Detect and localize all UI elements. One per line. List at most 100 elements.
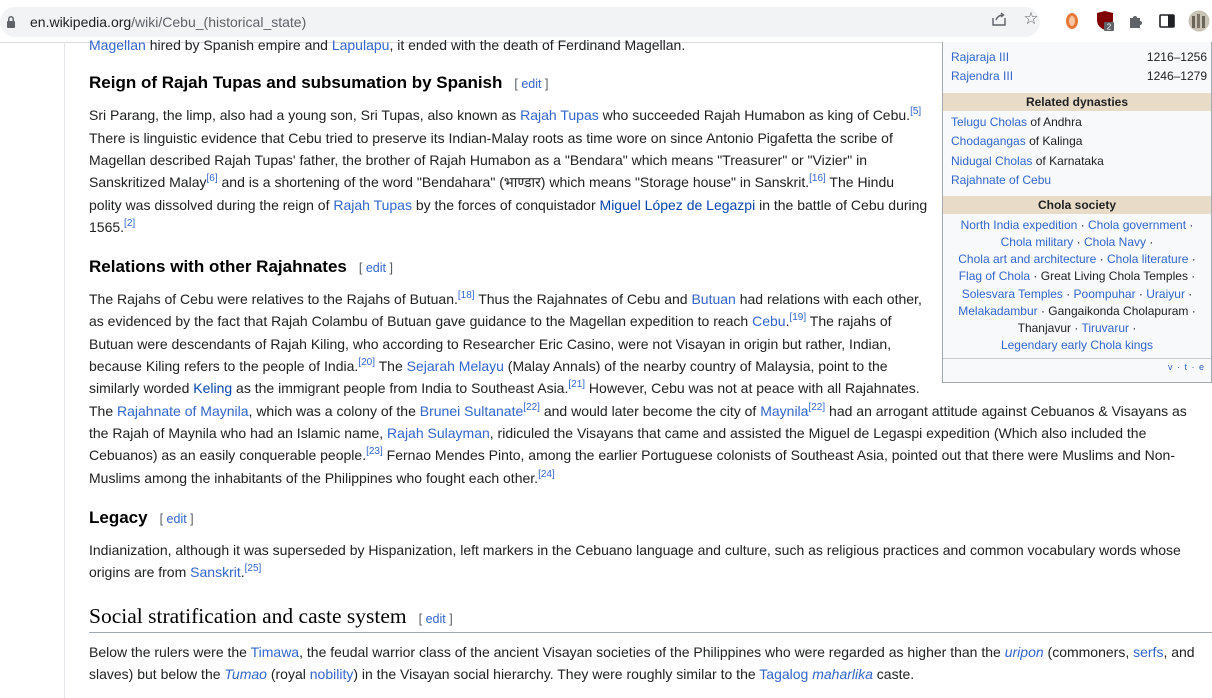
society-line: Solesvara Temples · Poompuhar · Uraiyur … — [961, 287, 1193, 301]
infobox-divider — [943, 358, 1211, 359]
link-telugu-cholas[interactable]: Telugu Cholas — [951, 115, 1027, 129]
link-rajahnate-of-cebu[interactable]: Rajahnate of Cebu — [951, 173, 1051, 187]
page-gutter-line — [64, 42, 65, 698]
link-great-living-chola-temples[interactable]: Great Living Chola Temples — [1041, 269, 1188, 283]
link-poompuhar[interactable]: Poompuhar — [1074, 287, 1136, 301]
related-item: Rajahnate of Cebu — [951, 173, 1207, 187]
society-line: Flag of Chola · Great Living Chola Templ… — [958, 269, 1196, 283]
link-sejarah-melayu[interactable]: Sejarah Melayu — [407, 358, 504, 374]
paragraph-line: The Rajahnate of Maynila, which was a co… — [89, 402, 1187, 420]
edit-link-social[interactable]: edit — [426, 612, 446, 626]
share-icon[interactable] — [987, 7, 1011, 31]
link-rajah-tupas-2[interactable]: Rajah Tupas — [333, 197, 412, 213]
link-timawa[interactable]: Timawa — [251, 644, 300, 660]
citation-19[interactable]: [19] — [789, 312, 806, 323]
link-rajah-sulayman[interactable]: Rajah Sulayman — [387, 425, 490, 441]
related-item: Chodagangas of Kalinga — [951, 134, 1083, 148]
link-melakadambur[interactable]: Melakadambur — [958, 304, 1037, 318]
link-gangaikonda-cholapuram[interactable]: Gangaikonda Cholapuram — [1048, 304, 1188, 318]
ublock-badge: 2 — [1107, 23, 1112, 32]
paragraph-line: because Kiling refers to the people of I… — [89, 357, 888, 375]
paragraph-line: origins are from Sanskrit.[25] — [89, 563, 262, 581]
heading-underline — [89, 632, 1212, 633]
link-tagalog[interactable]: Tagalog — [759, 666, 808, 682]
sidepanel-icon[interactable] — [1155, 9, 1179, 33]
link-thanjavur[interactable]: Thanjavur — [1018, 321, 1071, 335]
link-uripon[interactable]: uripon — [1005, 644, 1044, 660]
link-chola-literature[interactable]: Chola literature — [1107, 252, 1188, 266]
citation-24[interactable]: [24] — [538, 469, 555, 480]
link-solesvara-temples[interactable]: Solesvara Temples — [962, 287, 1063, 301]
citation-22[interactable]: [22] — [523, 402, 540, 413]
link-chola-navy[interactable]: Chola Navy — [1084, 235, 1146, 249]
citation-16[interactable]: [16] — [809, 173, 826, 184]
citation-5[interactable]: [5] — [910, 106, 921, 117]
related-item: Telugu Cholas of Andhra — [951, 115, 1082, 129]
link-chola-art[interactable]: Chola art and architecture — [958, 252, 1096, 266]
star-icon[interactable]: ☆ — [1019, 7, 1043, 31]
section-header-related-dynasties: Related dynasties — [943, 93, 1211, 111]
paragraph-line: There is linguistic evidence that Cebu t… — [89, 130, 893, 146]
edit-link-reign[interactable]: edit — [521, 77, 541, 91]
link-chodagangas[interactable]: Chodagangas — [951, 134, 1026, 148]
link-maharlika[interactable]: maharlika — [812, 666, 873, 682]
link-nidugal-cholas[interactable]: Nidugal Cholas — [951, 154, 1032, 168]
link-lapulapu[interactable]: Lapulapu — [332, 37, 390, 53]
puzzle-icon[interactable] — [1124, 9, 1148, 33]
link-north-india-expedition[interactable]: North India expedition — [961, 218, 1078, 232]
link-rajaraja-iii[interactable]: Rajaraja III — [951, 50, 1009, 64]
paragraph-line: Below the rulers were the Timawa, the fe… — [89, 644, 1195, 660]
heading-relations: Relations with other Rajahnates[ edit ] — [89, 257, 393, 276]
address-bar[interactable]: en.wikipedia.org/wiki/Cebu_(historical_s… — [0, 7, 1040, 37]
society-line: Thanjavur · Tiruvarur · — [1017, 321, 1137, 335]
citation-2[interactable]: [2] — [124, 218, 135, 229]
citation-23[interactable]: [23] — [366, 446, 383, 457]
edit-link-legacy[interactable]: edit — [167, 512, 187, 526]
link-flag-of-chola[interactable]: Flag of Chola — [959, 269, 1030, 283]
url-path: /wiki/Cebu_(historical_state) — [131, 14, 307, 30]
link-tumao[interactable]: Tumao — [224, 666, 267, 682]
paragraph-line: the Rajah of Maynila who had an Islamic … — [89, 425, 1147, 441]
profile-avatar[interactable] — [1187, 9, 1211, 33]
link-brunei-sultanate[interactable]: Brunei Sultanate — [420, 403, 524, 419]
society-line: Legendary early Chola kings — [943, 338, 1211, 352]
link-chola-military[interactable]: Chola military — [1001, 235, 1074, 249]
link-keling[interactable]: Keling — [193, 380, 232, 396]
citation-6[interactable]: [6] — [207, 173, 218, 184]
extension-icon[interactable] — [1060, 9, 1084, 33]
citation-18[interactable]: [18] — [458, 290, 475, 301]
heading-social-stratification: Social stratification and caste system[ … — [89, 604, 453, 628]
link-chola-government[interactable]: Chola government — [1088, 218, 1186, 232]
link-rajahnate-of-maynila[interactable]: Rajahnate of Maynila — [117, 403, 249, 419]
link-magellan[interactable]: Magellan — [89, 37, 146, 53]
lock-icon[interactable] — [6, 14, 16, 30]
link-legazpi[interactable]: Miguel López de Legazpi — [600, 197, 756, 213]
link-uraiyur[interactable]: Uraiyur — [1146, 287, 1185, 301]
paragraph-line: Sanskritized Malay[6] and is a shortenin… — [89, 173, 895, 191]
navbox-vte-links[interactable]: v · t · e — [1168, 362, 1205, 372]
link-cebu[interactable]: Cebu — [752, 313, 785, 329]
ublock-icon[interactable]: 2 — [1093, 9, 1117, 33]
link-butuan[interactable]: Butuan — [691, 291, 735, 307]
infobox-chola-dynasty: Rajaraja III 1216–1256 Rajendra III 1246–1… — [942, 42, 1212, 383]
link-nobility[interactable]: nobility — [310, 666, 354, 682]
society-line: Chola military · Chola Navy · — [1000, 235, 1154, 249]
edit-link-relations[interactable]: edit — [366, 261, 386, 275]
paragraph-line: 1565.[2] — [89, 218, 136, 236]
url-text[interactable]: en.wikipedia.org/wiki/Cebu_(historical_s… — [30, 14, 306, 30]
citation-25[interactable]: [25] — [245, 563, 262, 574]
citation-21[interactable]: [21] — [568, 379, 585, 390]
link-rajah-tupas[interactable]: Rajah Tupas — [520, 107, 599, 123]
link-tiruvarur[interactable]: Tiruvarur — [1081, 321, 1129, 335]
paragraph-line: Indianization, although it was supersede… — [89, 542, 1181, 558]
paragraph-line: Magellan described Rajah Tupas' father, … — [89, 152, 868, 168]
citation-22b[interactable]: [22] — [808, 402, 825, 413]
link-legendary-early-chola-kings[interactable]: Legendary early Chola kings — [1001, 338, 1153, 352]
link-serfs[interactable]: serfs — [1133, 644, 1163, 660]
link-sanskrit[interactable]: Sanskrit — [190, 564, 241, 580]
link-rajendra-iii[interactable]: Rajendra III — [951, 69, 1013, 83]
paragraph-line: polity was dissolved during the reign of… — [89, 197, 928, 213]
citation-20[interactable]: [20] — [358, 357, 375, 368]
paragraph-line: Sri Parang, the limp, also had a young s… — [89, 106, 922, 124]
link-maynila[interactable]: Maynila — [760, 403, 808, 419]
